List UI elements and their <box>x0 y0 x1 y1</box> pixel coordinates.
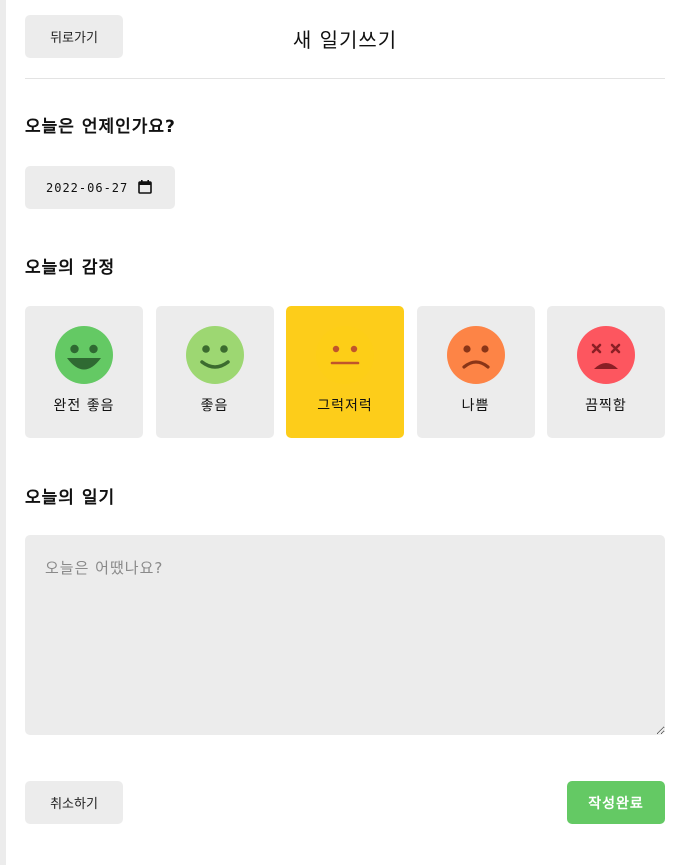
cancel-button[interactable]: 취소하기 <box>25 781 123 824</box>
sad-face-icon <box>446 326 505 384</box>
diary-section-title: 오늘의 일기 <box>25 488 116 508</box>
date-value: 2022-06-27 <box>46 180 129 195</box>
submit-button[interactable]: 작성완료 <box>567 781 665 824</box>
calendar-icon[interactable] <box>138 180 152 194</box>
emotion-list: 완전 좋음 좋음 그럭저럭 나쁨 끔찍함 <box>25 306 665 438</box>
page-title: 새 일기쓰기 <box>292 28 398 52</box>
emotion-item-terrible[interactable]: 끔찍함 <box>547 306 665 438</box>
emotion-label: 끔찍함 <box>585 398 627 414</box>
emotion-item-so-so[interactable]: 그럭저럭 <box>286 306 404 438</box>
date-section-title: 오늘은 언제인가요? <box>25 117 176 137</box>
diary-editor: 뒤로가기 새 일기쓰기 오늘은 언제인가요? 2022-06-27 오늘의 감정… <box>25 0 665 824</box>
dizzy-face-icon <box>577 326 635 384</box>
happy-face-icon <box>185 326 244 384</box>
emotion-label: 완전 좋음 <box>53 398 115 414</box>
emotion-section-title: 오늘의 감정 <box>25 258 116 278</box>
very-happy-face-icon <box>55 326 113 384</box>
emotion-label: 그럭저럭 <box>317 398 373 414</box>
emotion-label: 좋음 <box>200 398 229 414</box>
emotion-item-good[interactable]: 좋음 <box>155 306 274 438</box>
page-header: 뒤로가기 새 일기쓰기 <box>25 0 665 79</box>
left-frame-edge <box>0 0 6 865</box>
neutral-face-icon <box>316 326 374 384</box>
date-input[interactable]: 2022-06-27 <box>25 166 175 209</box>
diary-textarea[interactable] <box>25 535 665 735</box>
emotion-item-bad[interactable]: 나쁨 <box>416 306 535 438</box>
emotion-item-very-good[interactable]: 완전 좋음 <box>25 306 143 438</box>
emotion-label: 나쁨 <box>461 398 490 414</box>
